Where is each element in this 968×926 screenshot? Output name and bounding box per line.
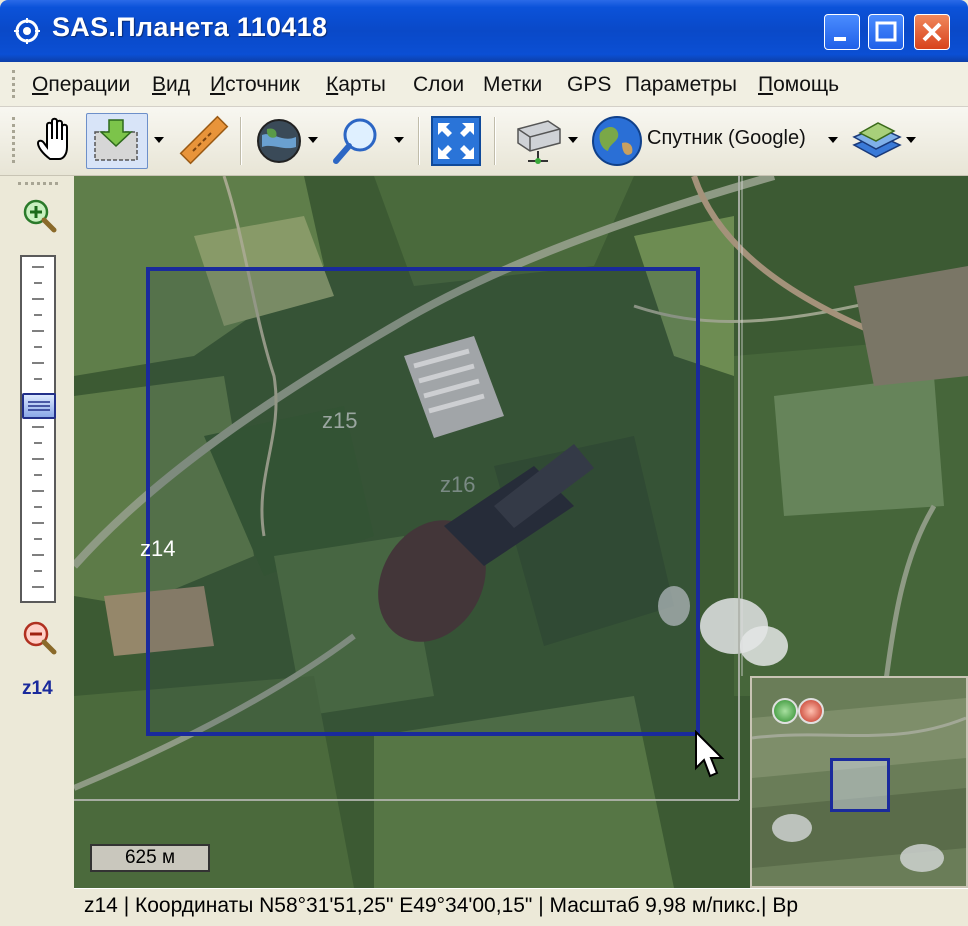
- map-view[interactable]: z14 z15 z16 625 м: [74, 176, 968, 888]
- minimap-zoom-in-icon[interactable]: [772, 698, 798, 724]
- zoom-out-icon[interactable]: [20, 618, 58, 656]
- status-bar: z14 | Координаты N58°31'51,25" E49°34'00…: [74, 888, 968, 926]
- menu-view-label: ид: [166, 73, 190, 96]
- tile-cache-dropdown-arrow[interactable]: [568, 137, 578, 143]
- menu-bar: Операции Вид Источник Карты Слои Метки GPS Пара…: [0, 62, 968, 107]
- menu-operations-mnemonic: О: [32, 73, 49, 96]
- toolbar: [0, 107, 968, 176]
- grid-label-z14: z14: [140, 536, 176, 561]
- menu-operations[interactable]: Операции: [32, 73, 130, 97]
- app-logo-icon: [14, 18, 40, 44]
- toolbar-grip[interactable]: [12, 117, 18, 163]
- zoom-slider-ticks: [32, 266, 44, 588]
- menu-grip[interactable]: [12, 70, 18, 98]
- menu-view-mnemonic: В: [152, 73, 167, 96]
- app-window: SAS.Планета 110418 Операции Вид Источник Ка…: [0, 0, 968, 926]
- map-source-dropdown-arrow[interactable]: [828, 137, 838, 143]
- grid-label-z15: z15: [322, 408, 358, 433]
- globe-layers-dropdown-arrow[interactable]: [308, 137, 318, 143]
- menu-view[interactable]: Вид: [152, 73, 190, 97]
- menu-maps-label: арты: [338, 73, 386, 96]
- zoom-magnifier-icon[interactable]: [330, 113, 384, 169]
- layers-icon[interactable]: [850, 115, 904, 169]
- menu-maps-mnemonic: К: [326, 73, 339, 96]
- mouse-cursor-icon: [695, 730, 725, 778]
- minimap-zoom-out-icon[interactable]: [798, 698, 824, 724]
- menu-help-mnemonic: П: [758, 73, 774, 96]
- zoom-dropdown-arrow[interactable]: [394, 137, 404, 143]
- thumb-grip-icon: [28, 401, 50, 411]
- window-title: SAS.Планета 110418: [52, 12, 328, 42]
- menu-help[interactable]: Помощь: [758, 73, 839, 97]
- download-selection-icon: [94, 119, 138, 161]
- toolbar-separator: [494, 117, 496, 165]
- minimize-icon: [834, 37, 846, 41]
- minimize-button[interactable]: [824, 14, 860, 50]
- status-text: z14 | Координаты N58°31'51,25" E49°34'00…: [84, 894, 798, 917]
- layers-dropdown-arrow[interactable]: [906, 137, 916, 143]
- toolbar-separator: [240, 117, 242, 165]
- menu-maps[interactable]: Карты: [326, 73, 386, 97]
- menu-help-label: омощь: [773, 73, 840, 96]
- close-button[interactable]: [914, 14, 950, 50]
- minimap[interactable]: [750, 676, 968, 888]
- menu-settings[interactable]: Параметры: [625, 73, 737, 97]
- map-source-label[interactable]: Спутник (Google): [647, 127, 806, 150]
- scale-bar-label: 625 м: [124, 847, 176, 868]
- current-zoom-label: z14: [22, 678, 53, 699]
- minimap-viewport-frame[interactable]: [830, 758, 890, 812]
- google-globe-icon[interactable]: [590, 113, 644, 169]
- toolbar-separator: [418, 117, 420, 165]
- menu-operations-label: перации: [48, 73, 131, 96]
- hand-icon[interactable]: [30, 113, 80, 169]
- close-icon: [922, 22, 942, 42]
- menu-marks[interactable]: Метки: [483, 73, 542, 97]
- menu-source[interactable]: Источник: [210, 73, 300, 97]
- zoom-in-icon[interactable]: [20, 196, 58, 234]
- grid-label-z16: z16: [440, 472, 476, 497]
- title-bar[interactable]: SAS.Планета 110418: [0, 0, 968, 62]
- tile-cache-icon[interactable]: [510, 113, 564, 169]
- zoom-slider-thumb[interactable]: [22, 393, 56, 419]
- menu-gps[interactable]: GPS: [567, 73, 611, 97]
- ruler-icon[interactable]: [176, 113, 232, 169]
- zoom-slider-track[interactable]: [20, 255, 56, 603]
- maximize-button[interactable]: [868, 14, 904, 50]
- fullscreen-icon[interactable]: [430, 113, 482, 169]
- menu-source-mnemonic: И: [210, 73, 226, 96]
- download-selection-button[interactable]: [86, 113, 148, 169]
- scale-bar: 625 м: [90, 844, 210, 872]
- globe-layers-icon[interactable]: [252, 113, 306, 169]
- download-dropdown-arrow[interactable]: [154, 137, 164, 143]
- maximize-icon: [875, 21, 897, 42]
- zoom-panel-grip[interactable]: [18, 182, 58, 188]
- menu-layers[interactable]: Слои: [413, 73, 464, 97]
- menu-source-label: сточник: [225, 73, 300, 96]
